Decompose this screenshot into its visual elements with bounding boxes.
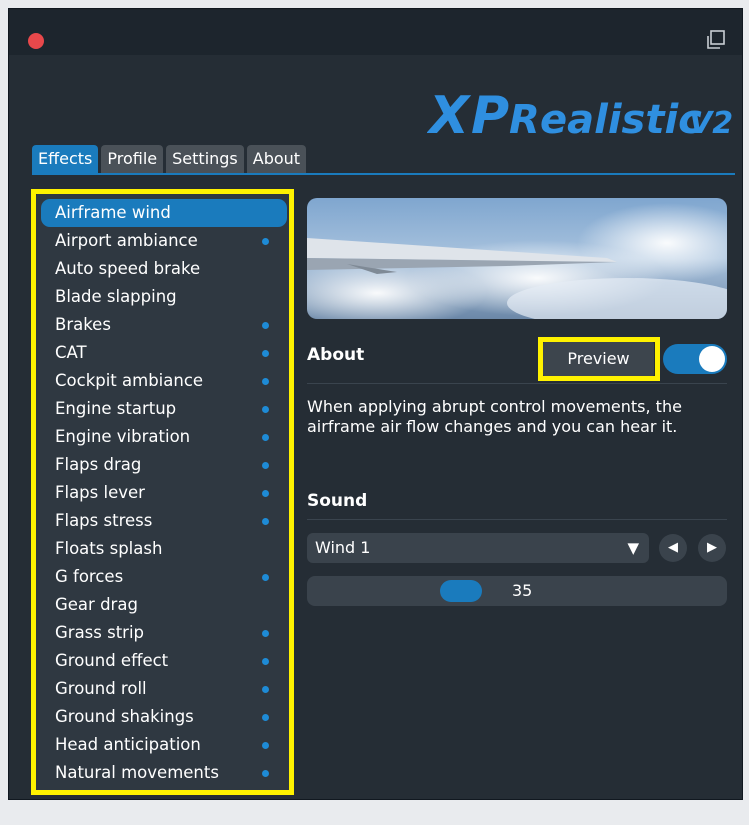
close-icon[interactable] bbox=[28, 33, 44, 49]
triangle-down-icon: ▼ bbox=[627, 539, 639, 557]
effect-preview-image bbox=[307, 198, 727, 319]
tab-underline bbox=[32, 173, 735, 175]
volume-slider-thumb[interactable] bbox=[440, 580, 482, 602]
svg-text:ealistic: ealistic bbox=[540, 97, 702, 143]
tab-profile[interactable]: Profile bbox=[101, 145, 164, 173]
effects-list-highlight bbox=[31, 189, 294, 795]
about-heading: About bbox=[307, 345, 365, 365]
title-bar bbox=[9, 9, 742, 55]
tab-effects[interactable]: Effects bbox=[32, 145, 99, 173]
effect-description: When applying abrupt control movements, … bbox=[307, 397, 682, 436]
volume-slider[interactable]: 35 bbox=[307, 576, 727, 606]
sound-select[interactable]: Wind 1 ▼ bbox=[307, 533, 649, 563]
svg-text:X: X bbox=[427, 86, 472, 145]
xprealistic-logo: X P R ealistic V2 bbox=[427, 86, 733, 145]
popout-window-icon[interactable] bbox=[704, 29, 726, 51]
volume-value: 35 bbox=[512, 581, 533, 600]
svg-text:R: R bbox=[509, 97, 540, 143]
sound-divider bbox=[307, 519, 727, 520]
svg-text:V2: V2 bbox=[689, 106, 733, 141]
effect-enabled-toggle[interactable] bbox=[663, 344, 727, 374]
next-sound-button[interactable]: ▶ bbox=[698, 534, 726, 562]
triangle-right-icon: ▶ bbox=[707, 540, 717, 555]
svg-text:P: P bbox=[471, 86, 509, 145]
sound-heading: Sound bbox=[307, 491, 368, 511]
tab-settings[interactable]: Settings bbox=[166, 145, 244, 173]
triangle-left-icon: ◀ bbox=[668, 540, 678, 555]
toggle-knob bbox=[699, 346, 725, 372]
preview-button-highlight bbox=[538, 337, 660, 381]
tab-about[interactable]: About bbox=[246, 145, 307, 173]
sound-select-value: Wind 1 bbox=[315, 538, 371, 557]
about-divider bbox=[307, 383, 727, 384]
tab-bar: Effects Profile Settings About bbox=[32, 145, 307, 173]
previous-sound-button[interactable]: ◀ bbox=[659, 534, 687, 562]
app-window: X P R ealistic V2 Effects Profile Settin… bbox=[8, 8, 743, 800]
